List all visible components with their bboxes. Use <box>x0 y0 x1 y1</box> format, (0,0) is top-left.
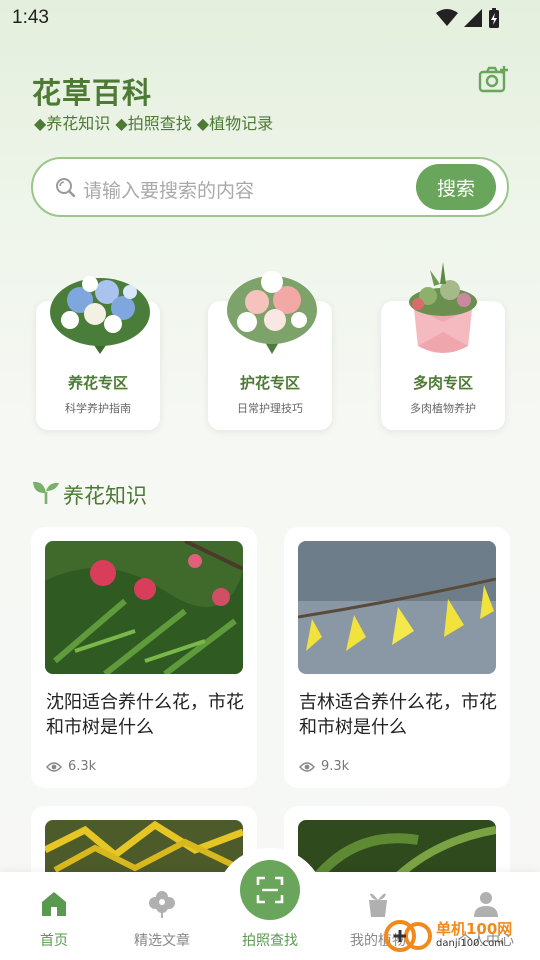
nav-label: 拍照查找 <box>242 933 298 949</box>
category-title: 养花专区 <box>67 374 128 392</box>
scan-button[interactable] <box>240 860 300 920</box>
sprout-icon <box>33 481 59 504</box>
search-button[interactable]: 搜索 <box>416 164 496 210</box>
nav-label: 首页 <box>40 933 68 949</box>
nav-home[interactable]: 首页 <box>0 886 108 949</box>
article-title: 吉林适合养什么花，市花和市树是什么 <box>299 692 497 738</box>
succulent-pot-image <box>409 262 477 353</box>
nav-label: 精选文章 <box>134 933 190 949</box>
status-bar: 1:43 <box>0 0 540 36</box>
article-image <box>45 820 243 876</box>
search-input[interactable]: 请输入要搜索的内容 <box>83 176 254 203</box>
nav-articles[interactable]: 精选文章 <box>108 886 216 949</box>
view-count-value: 6.3k <box>68 759 97 774</box>
article-card[interactable] <box>31 806 257 876</box>
flower-icon <box>149 891 175 918</box>
eye-icon <box>46 761 62 772</box>
flower-bouquet-image <box>227 271 317 354</box>
status-time: 1:43 <box>12 7 49 28</box>
article-title: 沈阳适合养什么花，市花和市树是什么 <box>46 692 244 738</box>
view-count: 6.3k <box>46 759 96 774</box>
status-icons <box>436 8 500 28</box>
article-card[interactable]: 吉林适合养什么花，市花和市树是什么 9.3k <box>284 527 510 788</box>
article-card[interactable] <box>284 806 510 876</box>
scan-icon <box>256 876 284 904</box>
app-title: 花草百科 <box>32 76 153 110</box>
category-subtitle: 日常护理技巧 <box>237 402 303 415</box>
watermark-text: 单机100网 <box>436 920 513 938</box>
watermark-logo: 单机100网 danji100.com <box>382 916 532 956</box>
article-card[interactable]: 沈阳适合养什么花，市花和市树是什么 6.3k <box>31 527 257 788</box>
section-title: 养花知识 <box>63 484 147 508</box>
flower-bouquet-image <box>50 276 150 354</box>
app-subtitle: ◆养花知识 ◆拍照查找 ◆植物记录 <box>34 114 274 133</box>
signal-icon <box>464 9 482 27</box>
category-subtitle: 多肉植物养护 <box>410 402 476 415</box>
category-title: 多肉专区 <box>412 374 473 392</box>
category-title: 护花专区 <box>239 374 300 392</box>
search-bar[interactable]: 请输入要搜索的内容 搜索 <box>31 157 509 217</box>
watermark-url: danji100.com <box>436 938 504 949</box>
article-image <box>45 541 243 674</box>
plant-pot-icon <box>369 893 387 917</box>
wifi-icon <box>436 9 458 26</box>
camera-add-icon[interactable] <box>478 64 510 94</box>
home-icon <box>42 892 66 916</box>
eye-icon <box>299 761 315 772</box>
battery-icon <box>489 8 499 28</box>
view-count-value: 9.3k <box>321 759 350 774</box>
article-image <box>298 541 496 674</box>
category-subtitle: 科学养护指南 <box>65 402 131 415</box>
article-image <box>298 820 496 876</box>
user-icon <box>474 892 498 917</box>
search-icon <box>56 178 76 198</box>
view-count: 9.3k <box>299 759 349 774</box>
